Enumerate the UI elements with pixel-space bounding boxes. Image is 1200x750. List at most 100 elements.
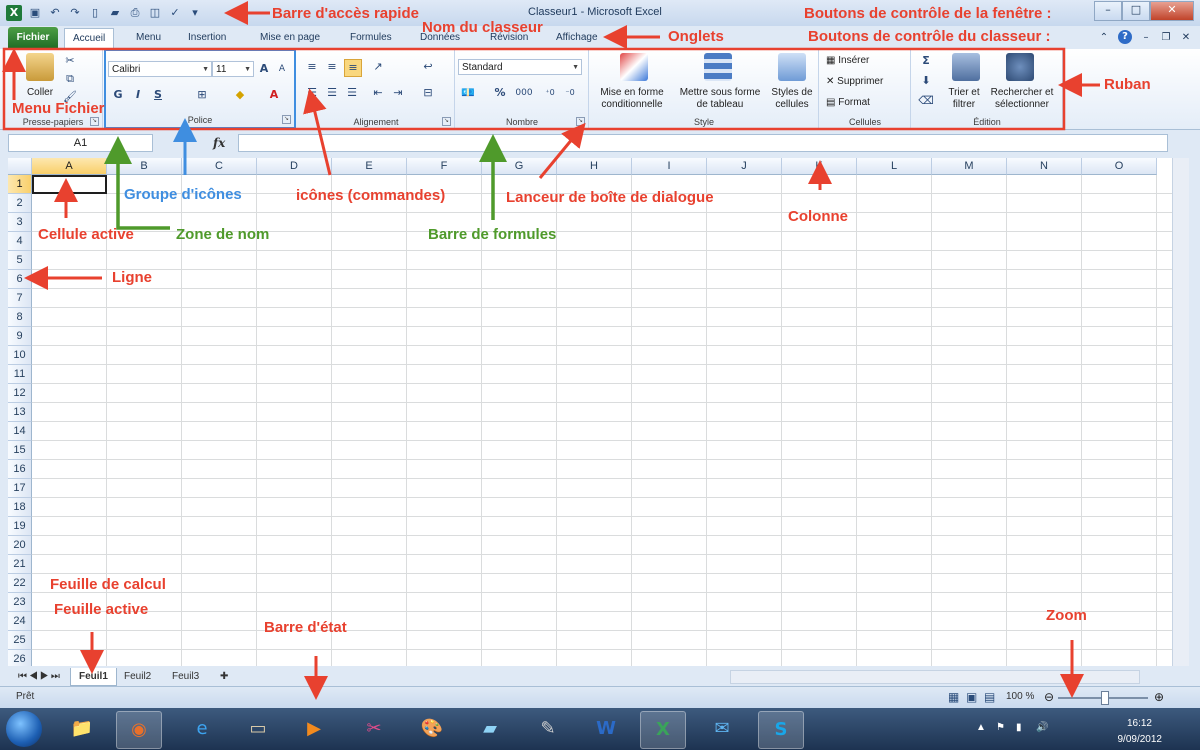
column-header[interactable]: J — [707, 158, 782, 175]
excel-taskbar-icon[interactable]: X — [640, 711, 686, 749]
undo-icon[interactable]: ↶ — [48, 6, 62, 20]
row-header[interactable]: 25 — [8, 631, 32, 650]
row-header[interactable]: 19 — [8, 517, 32, 536]
active-cell[interactable] — [32, 175, 107, 194]
tab-mise-en-page[interactable]: Mise en page — [252, 28, 328, 48]
spellcheck-icon[interactable]: ✓ — [168, 6, 182, 20]
file-tab[interactable]: Fichier — [8, 27, 58, 49]
workbook-close-icon[interactable]: ✕ — [1180, 32, 1192, 43]
sheet-tab-feuil2[interactable]: Feuil2 — [116, 668, 159, 685]
save-icon[interactable]: ▣ — [28, 6, 42, 20]
notes-icon[interactable]: ▰ — [468, 711, 512, 747]
horizontal-scrollbar[interactable] — [730, 670, 1140, 684]
column-header[interactable]: I — [632, 158, 707, 175]
increase-indent-icon[interactable]: ⇥ — [390, 85, 406, 101]
row-header[interactable]: 21 — [8, 555, 32, 574]
row-header[interactable]: 24 — [8, 612, 32, 631]
close-button[interactable]: ✕ — [1150, 1, 1194, 21]
orientation-icon[interactable]: ↗ — [370, 59, 386, 75]
row-header[interactable]: 12 — [8, 384, 32, 403]
align-middle-icon[interactable]: ≡ — [324, 59, 340, 75]
sheet-tab-feuil3[interactable]: Feuil3 — [164, 668, 207, 685]
insert-cells-button[interactable]: ▦ Insérer — [826, 55, 906, 67]
row-header[interactable]: 17 — [8, 479, 32, 498]
row-header[interactable]: 4 — [8, 232, 32, 251]
tab-accueil[interactable]: Accueil — [64, 28, 115, 50]
sheet-nav-arrows-icon[interactable]: ⏮◀▶⏭ — [10, 668, 70, 685]
start-button[interactable] — [6, 711, 42, 747]
font-size-combo[interactable]: 11 ▼ — [212, 61, 254, 77]
column-header[interactable]: F — [407, 158, 482, 175]
paint-icon[interactable]: 🎨 — [410, 711, 454, 747]
underline-button[interactable]: S — [150, 87, 166, 103]
conditional-formatting-icon[interactable] — [620, 53, 648, 81]
image-viewer-icon[interactable]: ▭ — [236, 711, 280, 747]
row-header[interactable]: 7 — [8, 289, 32, 308]
cell-styles-icon[interactable] — [778, 53, 806, 81]
zoom-percent[interactable]: 100 % — [1006, 691, 1034, 702]
format-as-table-icon[interactable] — [704, 53, 732, 81]
row-header[interactable]: 2 — [8, 194, 32, 213]
insert-sheet-icon[interactable]: ✚ — [212, 668, 236, 685]
vertical-scrollbar[interactable] — [1172, 158, 1189, 666]
excel-logo-icon[interactable]: X — [6, 5, 22, 21]
align-center-icon[interactable]: ☰ — [324, 85, 340, 101]
row-header[interactable]: 8 — [8, 308, 32, 327]
align-top-icon[interactable]: ≡ — [304, 59, 320, 75]
volume-icon[interactable]: 🔊 — [1036, 722, 1048, 733]
row-header[interactable]: 18 — [8, 498, 32, 517]
copy-icon[interactable]: ⧉ — [62, 71, 78, 87]
row-header[interactable]: 5 — [8, 251, 32, 270]
column-header[interactable]: K — [782, 158, 857, 175]
select-all-corner[interactable] — [8, 158, 32, 175]
row-header[interactable]: 26 — [8, 650, 32, 666]
fill-color-icon[interactable]: ◆ — [232, 87, 248, 103]
view-normal-icon[interactable]: ▦ — [948, 690, 959, 704]
increase-decimal-icon[interactable]: ⁺0 — [542, 85, 558, 101]
delete-cells-button[interactable]: ✕ Supprimer — [826, 76, 906, 88]
row-header[interactable]: 23 — [8, 593, 32, 612]
row-header[interactable]: 3 — [8, 213, 32, 232]
decrease-indent-icon[interactable]: ⇤ — [370, 85, 386, 101]
open-folder-icon[interactable]: ▰ — [108, 6, 122, 20]
borders-icon[interactable]: ⊞ — [194, 87, 210, 103]
wrap-text-icon[interactable]: ↩ — [420, 59, 436, 75]
zoom-out-icon[interactable]: ⊖ — [1044, 690, 1054, 704]
column-header[interactable]: A — [32, 158, 107, 175]
column-header[interactable]: O — [1082, 158, 1157, 175]
tab-insertion[interactable]: Insertion — [180, 28, 234, 48]
name-box[interactable]: A1 — [8, 134, 153, 152]
dialog-launcher-clipboard-icon[interactable]: ↘ — [90, 117, 99, 126]
column-header[interactable]: L — [857, 158, 932, 175]
format-cells-button[interactable]: ▤ Format — [826, 97, 906, 109]
row-header[interactable]: 11 — [8, 365, 32, 384]
format-as-table-button[interactable]: Mettre sous forme de tableau — [674, 87, 766, 111]
new-document-icon[interactable]: ▯ — [88, 6, 102, 20]
column-header[interactable]: N — [1007, 158, 1082, 175]
print-icon[interactable]: ⎙ — [128, 6, 142, 20]
grow-font-icon[interactable]: A — [256, 61, 272, 77]
dialog-launcher-font-icon[interactable]: ↘ — [282, 115, 291, 124]
print-preview-icon[interactable]: ◫ — [148, 6, 162, 20]
align-right-icon[interactable]: ☰ — [344, 85, 360, 101]
tab-formules[interactable]: Formules — [342, 28, 400, 48]
row-header[interactable]: 6 — [8, 270, 32, 289]
flag-icon[interactable]: ⚑ — [996, 722, 1005, 733]
network-icon[interactable]: ▮ — [1016, 722, 1022, 733]
skype-icon[interactable]: S — [758, 711, 804, 749]
minimize-button[interactable]: – — [1094, 1, 1122, 21]
zoom-slider-thumb[interactable] — [1101, 691, 1109, 705]
paste-icon[interactable] — [26, 53, 54, 81]
row-header[interactable]: 14 — [8, 422, 32, 441]
gimp-icon[interactable]: ✎ — [526, 711, 570, 747]
decrease-decimal-icon[interactable]: ⁻0 — [562, 85, 578, 101]
column-header[interactable]: G — [482, 158, 557, 175]
explorer-icon[interactable]: 📁 — [60, 711, 104, 747]
paste-button[interactable]: Coller — [18, 87, 62, 99]
cut-icon[interactable]: ✂ — [62, 53, 78, 69]
conditional-formatting-button[interactable]: Mise en forme conditionnelle — [590, 87, 674, 111]
tab-menu[interactable]: Menu — [128, 28, 169, 48]
row-header[interactable]: 1 — [8, 175, 32, 194]
cell-styles-button[interactable]: Styles de cellules — [766, 87, 818, 111]
thunderbird-icon[interactable]: ✉ — [700, 711, 744, 747]
